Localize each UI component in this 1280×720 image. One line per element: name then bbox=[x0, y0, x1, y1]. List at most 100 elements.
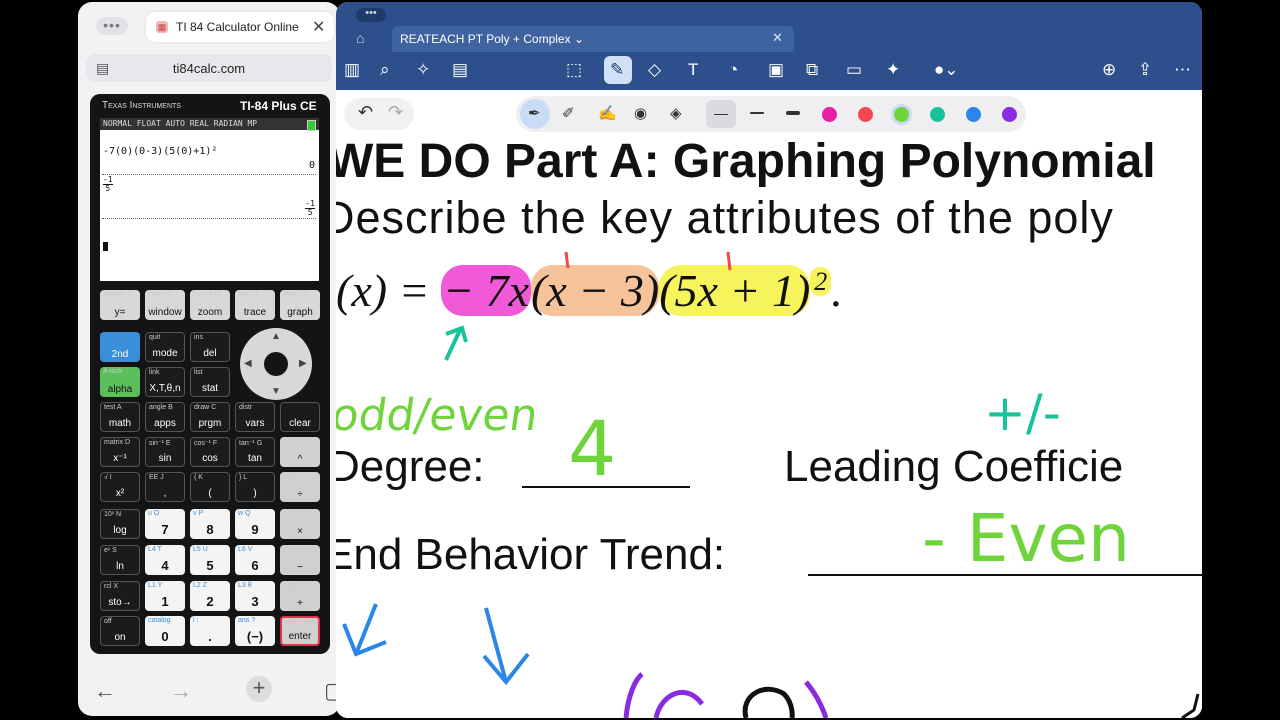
calc-key-5[interactable]: L5 U 5 bbox=[190, 545, 230, 575]
calc-key-[interactable]: { K ( bbox=[190, 472, 230, 502]
sidebar-icon[interactable]: ▥ bbox=[344, 60, 360, 80]
calc-key-on[interactable]: off on bbox=[100, 616, 140, 646]
undo-icon[interactable]: ↶ bbox=[358, 102, 373, 123]
document-tab-close-icon[interactable]: ✕ bbox=[772, 30, 783, 46]
calc-key-2nd[interactable]: 2nd bbox=[100, 332, 140, 362]
key-secondary-label: A-lock bbox=[103, 368, 123, 375]
calc-key-trace[interactable]: calc f4 trace bbox=[235, 290, 275, 320]
calc-key-x[interactable]: √ Ix² bbox=[100, 472, 140, 502]
line-thin[interactable] bbox=[714, 114, 728, 115]
calc-key-[interactable]: π H ^ bbox=[280, 437, 320, 467]
calc-key-0[interactable]: catalog 0 bbox=[145, 616, 185, 646]
calc-key-[interactable]: [ R × bbox=[280, 509, 320, 539]
text-icon[interactable]: T bbox=[688, 60, 698, 80]
share-icon[interactable]: ⇪ bbox=[1138, 60, 1152, 80]
calc-key-sto[interactable]: rcl X sto→ bbox=[100, 581, 140, 611]
calc-key-apps[interactable]: angle B apps bbox=[145, 402, 185, 432]
brush-pen-icon[interactable]: ✍ bbox=[598, 104, 617, 122]
calc-key-sin[interactable]: sin⁻¹ E sin bbox=[145, 437, 185, 467]
fountain-pen-icon[interactable]: ✒ bbox=[528, 104, 541, 122]
calc-key-9[interactable]: w Q9 bbox=[235, 509, 275, 539]
add-page-icon[interactable]: ⊕ bbox=[1102, 60, 1116, 80]
calc-key-stat[interactable]: list stat bbox=[190, 367, 230, 397]
calc-key-graph[interactable]: table f5 graph bbox=[280, 290, 320, 320]
lasso-icon[interactable]: ⬚ bbox=[566, 60, 582, 80]
calc-key-XTn[interactable]: link X,T,θ,n bbox=[145, 367, 185, 397]
calc-key-tan[interactable]: tan⁻¹ G tan bbox=[235, 437, 275, 467]
line-medium[interactable] bbox=[750, 112, 764, 114]
new-tab-icon[interactable]: + bbox=[246, 676, 272, 702]
line-thick[interactable] bbox=[786, 111, 800, 115]
calc-key-del[interactable]: ins del bbox=[190, 332, 230, 362]
calc-key-1[interactable]: L1 Y 1 bbox=[145, 581, 185, 611]
sparkle-icon[interactable]: ✧ bbox=[416, 60, 430, 80]
calc-key-window[interactable]: tblset f2 window bbox=[145, 290, 185, 320]
calc-key-x[interactable]: matrix D x⁻¹ bbox=[100, 437, 140, 467]
key-label: mode bbox=[152, 348, 178, 359]
calc-key-[interactable]: } L) bbox=[235, 472, 275, 502]
address-bar[interactable]: ▤ ti84calc.com bbox=[86, 54, 332, 82]
calc-key-8[interactable]: v P8 bbox=[190, 509, 230, 539]
browser-tab[interactable]: ▦ TI 84 Calculator Online ✕ bbox=[146, 12, 334, 42]
highlighter-icon[interactable]: ◉ bbox=[634, 104, 647, 122]
calc-key-6[interactable]: L6 V 6 bbox=[235, 545, 275, 575]
back-icon[interactable]: ← bbox=[94, 678, 116, 704]
home-icon[interactable]: ⌂ bbox=[356, 30, 364, 46]
elements-icon[interactable]: ⧉ bbox=[806, 60, 818, 80]
calc-key-alpha[interactable]: A-lock alpha bbox=[100, 367, 140, 397]
arrow-pad[interactable]: ▲ ▼ ◀ ▶ bbox=[240, 328, 312, 400]
calc-key-y[interactable]: statplot f1 y= bbox=[100, 290, 140, 320]
window-menu-dots[interactable]: ••• bbox=[356, 8, 386, 22]
calc-key-[interactable]: e M ÷ bbox=[280, 472, 320, 502]
arrow-down-icon[interactable]: ▼ bbox=[271, 386, 281, 397]
document-page[interactable]: WE DO Part A: Graphing Polynomial Descri… bbox=[336, 134, 1202, 718]
color-blue[interactable] bbox=[966, 107, 981, 122]
calc-key-[interactable]: ] W − bbox=[280, 545, 320, 575]
more-icon[interactable]: ⋯ bbox=[1174, 60, 1191, 80]
color-purple[interactable] bbox=[1002, 107, 1017, 122]
eraser-icon[interactable]: ◇ bbox=[648, 60, 661, 80]
calc-key-vars[interactable]: distr vars bbox=[235, 402, 275, 432]
microphone-icon[interactable]: ●⌄ bbox=[934, 60, 959, 80]
tab-close-icon[interactable]: ✕ bbox=[312, 17, 325, 37]
calc-key-zoom[interactable]: format f3 zoom bbox=[190, 290, 230, 320]
calc-key-clear[interactable]: clear bbox=[280, 402, 320, 432]
calc-key-3[interactable]: L3 θ 3 bbox=[235, 581, 275, 611]
shape-pen-icon[interactable]: ◈ bbox=[670, 104, 682, 122]
calc-key-cos[interactable]: cos⁻¹ F cos bbox=[190, 437, 230, 467]
color-pink[interactable] bbox=[822, 107, 837, 122]
window-menu-dots[interactable]: ••• bbox=[96, 17, 128, 35]
calc-key-2[interactable]: L2 Z 2 bbox=[190, 581, 230, 611]
sticky-note-icon[interactable]: ▭ bbox=[846, 60, 862, 80]
calc-key-[interactable]: mem " + bbox=[280, 581, 320, 611]
calc-key-[interactable]: i :. bbox=[190, 616, 230, 646]
document-tab[interactable]: REATEACH PT Poly + Complex ⌄ ✕ bbox=[392, 26, 794, 52]
ball-pen-icon[interactable]: ✐ bbox=[562, 104, 575, 122]
laser-icon[interactable]: ✦ bbox=[886, 60, 900, 80]
result-fraction: -1 5 bbox=[305, 199, 315, 217]
calc-key-4[interactable]: L4 T 4 bbox=[145, 545, 185, 575]
arrow-right-icon[interactable]: ▶ bbox=[299, 358, 307, 369]
pen-icon[interactable]: ✎ bbox=[610, 60, 624, 80]
color-green-selected[interactable] bbox=[894, 107, 909, 122]
calc-key-7[interactable]: u O7 bbox=[145, 509, 185, 539]
image-icon[interactable]: ▣ bbox=[768, 60, 784, 80]
search-icon[interactable]: ⌕ bbox=[380, 60, 390, 80]
calc-key-[interactable]: EE J, bbox=[145, 472, 185, 502]
calc-key-[interactable]: ans ? (−) bbox=[235, 616, 275, 646]
forward-icon[interactable]: → bbox=[170, 678, 192, 704]
calc-key-log[interactable]: 10ˣ N log bbox=[100, 509, 140, 539]
redo-icon[interactable]: ↷ bbox=[388, 102, 403, 123]
calc-key-enter[interactable]: entry solve enter bbox=[280, 616, 320, 646]
color-red[interactable] bbox=[858, 107, 873, 122]
arrow-left-icon[interactable]: ◀ bbox=[244, 358, 252, 369]
blue-arrow-left bbox=[342, 603, 387, 657]
calc-key-math[interactable]: test A math bbox=[100, 402, 140, 432]
arrow-up-icon[interactable]: ▲ bbox=[271, 331, 281, 342]
shapes-icon[interactable]: ◔ bbox=[728, 60, 738, 80]
document-icon[interactable]: ▤ bbox=[452, 60, 468, 80]
calc-key-mode[interactable]: quit mode bbox=[145, 332, 185, 362]
calc-key-prgm[interactable]: draw C prgm bbox=[190, 402, 230, 432]
calc-key-ln[interactable]: eˣ S ln bbox=[100, 545, 140, 575]
color-teal[interactable] bbox=[930, 107, 945, 122]
